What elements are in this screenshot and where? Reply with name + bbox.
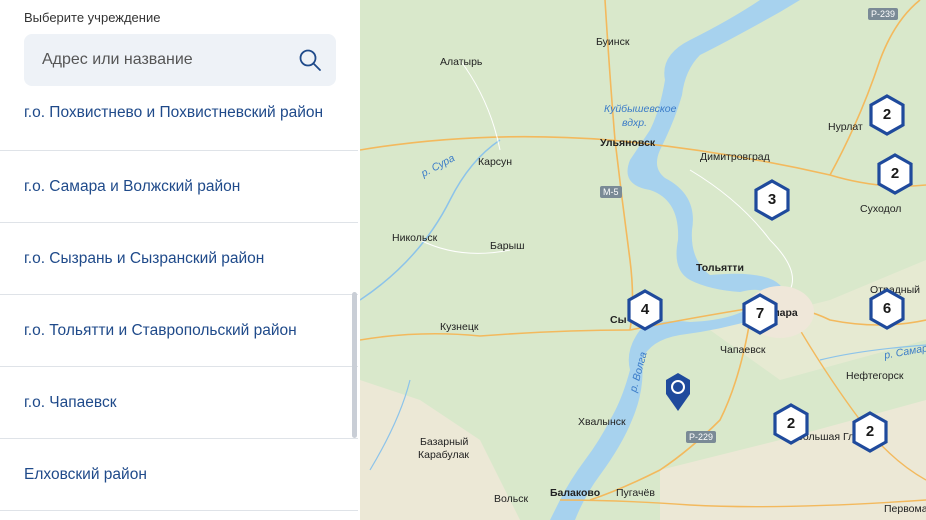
city-neftegorsk: Нефтегорск	[846, 370, 904, 382]
road-badge-m5: М-5	[600, 186, 622, 198]
city-volsk: Вольск	[494, 493, 529, 505]
cluster-count: 2	[890, 165, 900, 182]
list-item-label: г.о. Тольятти и Ставропольский район	[24, 321, 297, 339]
map-cluster[interactable]: 7	[741, 293, 779, 335]
reservoir-label: Куйбышевское	[604, 103, 677, 115]
cluster-count: 3	[767, 191, 777, 208]
sidebar-title: Выберите учреждение	[24, 10, 161, 25]
list-item-samara[interactable]: г.о. Самара и Волжский район	[0, 151, 358, 223]
city-buinsk: Буинск	[596, 36, 630, 48]
cluster-count: 2	[865, 423, 875, 440]
city-karsun: Карсун	[478, 156, 513, 168]
list-item-label: г.о. Сызрань и Сызранский район	[24, 249, 265, 267]
city-ulyanovsk: Ульяновск	[600, 137, 656, 149]
city-barysh: Барыш	[490, 240, 525, 252]
road-badge-p229: Р-229	[686, 431, 717, 443]
city-balakovo: Балаково	[550, 487, 601, 499]
list-item-pohvistnevo[interactable]: г.о. Похвистнево и Похвистневский район	[0, 78, 358, 151]
list-item-label: г.о. Самара и Волжский район	[24, 177, 241, 195]
search-icon[interactable]	[298, 48, 322, 72]
list-item-label: г.о. Чапаевск	[24, 393, 117, 411]
city-pervomay: Первома	[884, 503, 926, 515]
list-item-label: Елховский район	[24, 465, 147, 483]
cluster-count: 4	[640, 301, 650, 318]
scrollbar-thumb[interactable]	[352, 292, 357, 438]
reservoir-label-2: вдхр.	[622, 117, 648, 129]
city-tolyatti: Тольятти	[696, 262, 744, 274]
city-suhodol: Суходол	[860, 203, 902, 215]
list-item-syzran[interactable]: г.о. Сызрань и Сызранский район	[0, 223, 358, 295]
road-badge-p239: Р-239	[868, 8, 899, 20]
city-syzran: Сы	[610, 314, 627, 326]
cluster-count: 2	[786, 415, 796, 432]
city-nurlat: Нурлат	[828, 121, 863, 133]
city-dimitrovgrad: Димитровград	[700, 151, 770, 163]
map-cluster[interactable]: 4	[626, 289, 664, 331]
list-item-chapaevsk[interactable]: г.о. Чапаевск	[0, 367, 358, 439]
institution-list: г.о. Похвистнево и Похвистневский район …	[0, 78, 358, 511]
city-chapaevsk: Чапаевск	[720, 344, 766, 356]
map-cluster[interactable]: 3	[753, 179, 791, 221]
cluster-count: 7	[755, 305, 765, 322]
city-alatyr: Алатырь	[440, 56, 483, 68]
city-karabulak: Карабулак	[418, 449, 469, 461]
city-pugachev: Пугачёв	[616, 487, 655, 499]
list-item-tolyatti[interactable]: г.о. Тольятти и Ставропольский район	[0, 295, 358, 367]
cluster-count: 6	[882, 300, 892, 317]
cluster-count: 2	[882, 106, 892, 123]
map-cluster[interactable]: 2	[772, 403, 810, 445]
sidebar-scrollbar[interactable]	[352, 0, 358, 520]
map-cluster[interactable]: 2	[868, 94, 906, 136]
city-kuznetsk: Кузнецк	[440, 321, 479, 333]
map-cluster[interactable]: 2	[851, 411, 889, 453]
list-item-label: г.о. Похвистнево и Похвистневский район	[24, 104, 324, 121]
map-cluster[interactable]: 2	[876, 153, 914, 195]
city-nikolsk: Никольск	[392, 232, 438, 244]
city-bazarny: Базарный	[420, 436, 469, 448]
institution-sidebar: Выберите учреждение г.о. Похвистнево и П…	[0, 0, 360, 520]
list-item-elhovsky[interactable]: Елховский район	[0, 439, 358, 511]
map-area[interactable]: Р-239 М-5 Р-229 Куйбышевское вдхр. р. Су…	[360, 0, 926, 520]
map-cluster[interactable]: 6	[868, 288, 906, 330]
city-khvalynsk: Хвалынск	[578, 416, 626, 428]
